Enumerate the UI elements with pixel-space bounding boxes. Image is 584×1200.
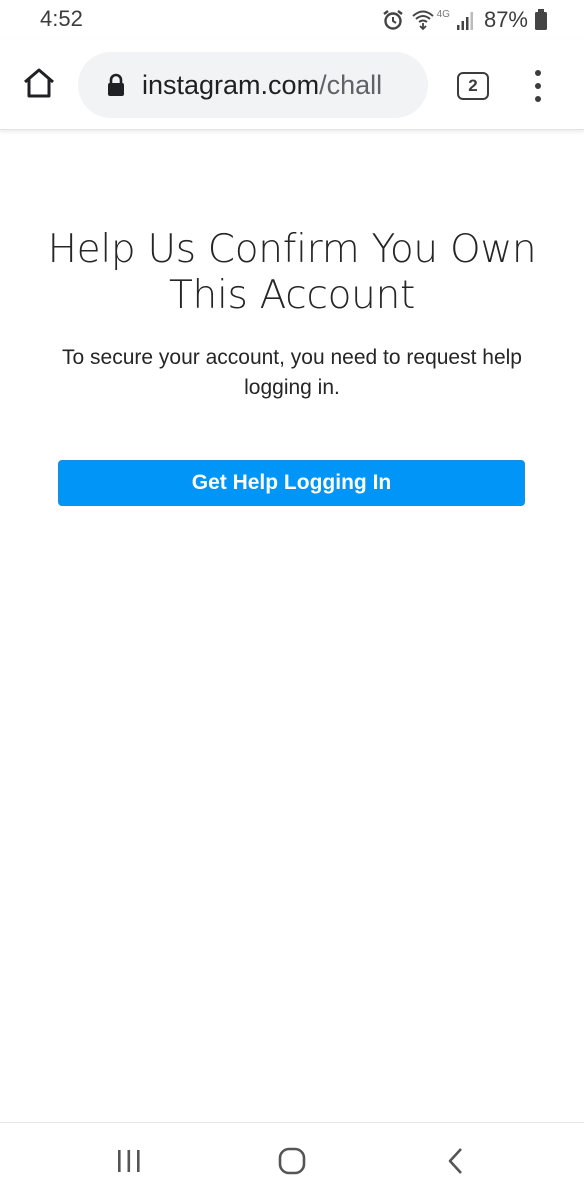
browser-toolbar: instagram.com/chall 2	[0, 40, 584, 130]
tab-switcher-button[interactable]: 2	[457, 72, 489, 100]
tab-count: 2	[468, 76, 478, 95]
status-icons: 4G 87%	[381, 6, 548, 34]
more-vert-icon[interactable]	[524, 66, 552, 106]
status-bar: 4:52 4G 87%	[0, 0, 584, 40]
nav-home-button[interactable]	[270, 1145, 314, 1181]
page-content: Help Us Confirm You Own This Account To …	[0, 131, 584, 1121]
battery-percent: 87%	[483, 7, 528, 32]
home-icon	[21, 66, 57, 105]
get-help-logging-in-button[interactable]: Get Help Logging In	[58, 460, 525, 506]
battery-icon	[534, 9, 548, 31]
phone-screen: 4:52 4G 87% instagram.com/chall 2 Help U…	[0, 0, 584, 1200]
network-type: 4G	[436, 8, 450, 20]
lock-icon	[106, 73, 126, 97]
url-path: /chall	[319, 69, 383, 100]
address-bar[interactable]: instagram.com/chall	[78, 52, 428, 118]
url-text: instagram.com/chall	[142, 70, 382, 101]
signal-icon	[456, 9, 476, 31]
recent-apps-button[interactable]	[107, 1145, 151, 1181]
url-host: instagram.com	[142, 69, 320, 100]
home-circle-icon	[277, 1146, 307, 1181]
nav-back-button[interactable]	[434, 1145, 478, 1181]
page-title: Help Us Confirm You Own This Account	[47, 227, 537, 318]
wifi-calling-icon	[411, 8, 435, 32]
back-icon	[444, 1146, 468, 1181]
recent-apps-icon	[115, 1148, 143, 1179]
status-time: 4:52	[40, 6, 83, 31]
home-button[interactable]	[18, 64, 60, 106]
system-nav-bar	[0, 1122, 584, 1200]
alarm-icon	[381, 8, 405, 32]
page-description: To secure your account, you need to requ…	[62, 346, 522, 399]
